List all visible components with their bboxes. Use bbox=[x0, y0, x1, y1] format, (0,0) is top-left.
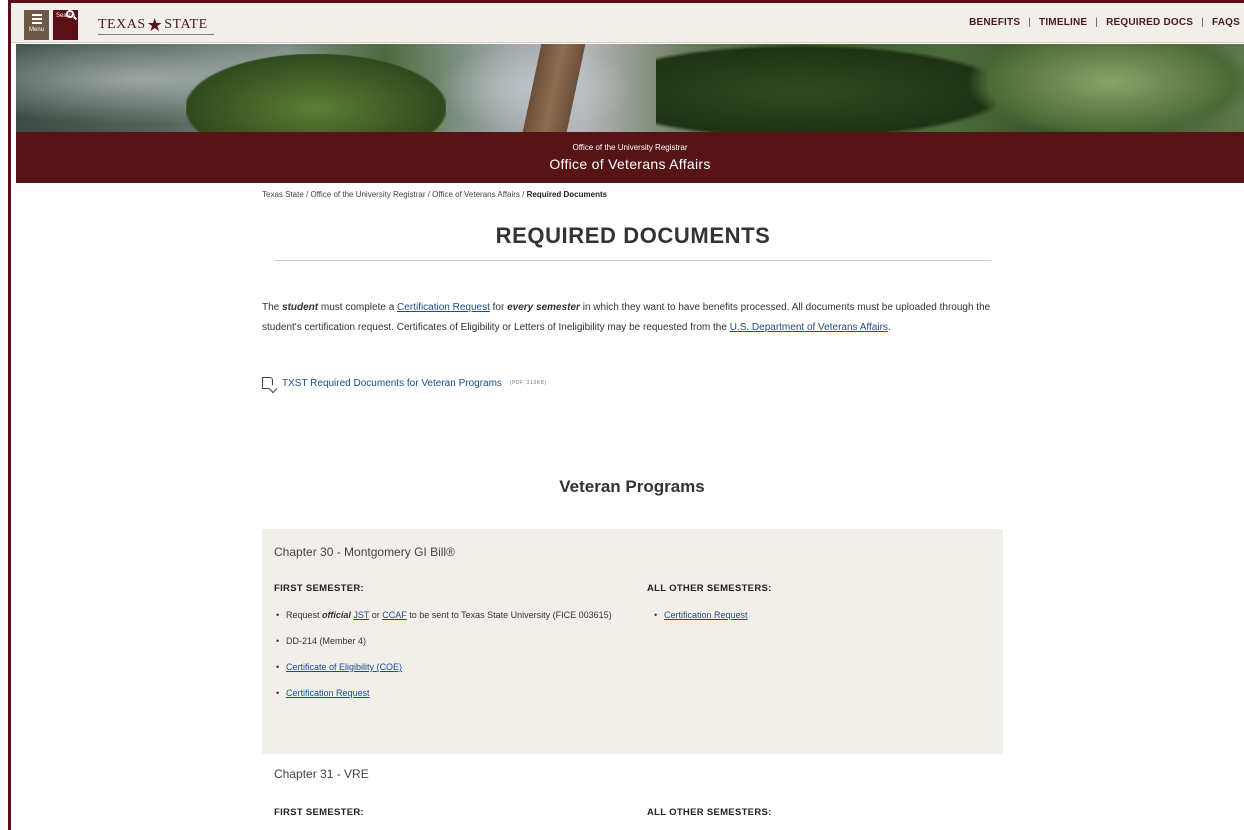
pdf-download-link[interactable]: TXST Required Documents for Veteran Prog… bbox=[262, 377, 547, 389]
other-semesters-list: Certification Request bbox=[652, 607, 952, 633]
breadcrumb: Texas State / Office of the University R… bbox=[262, 190, 607, 199]
nav-faqs[interactable]: FAQS bbox=[1212, 17, 1240, 28]
breadcrumb-separator: / bbox=[519, 190, 527, 199]
first-semester-heading: FIRST SEMESTER: bbox=[274, 583, 365, 594]
logo-text-texas: TEXAS bbox=[98, 17, 146, 32]
logo-text-state: STATE bbox=[164, 17, 208, 32]
breadcrumb-item[interactable]: Texas State bbox=[262, 190, 304, 199]
certification-request-link[interactable]: Certification Request bbox=[397, 302, 490, 313]
document-icon bbox=[262, 377, 273, 389]
menu-button[interactable]: Menu bbox=[24, 10, 49, 40]
program-card-chapter-30: Chapter 30 - Montgomery GI Bill® FIRST S… bbox=[262, 529, 1003, 754]
hamburger-icon bbox=[31, 14, 42, 24]
intro-text: must complete a bbox=[318, 302, 398, 313]
banner-subtitle[interactable]: Office of the University Registrar bbox=[16, 143, 1244, 152]
nav-timeline[interactable]: TIMELINE bbox=[1039, 17, 1087, 28]
intro-emphasis-student: student bbox=[282, 302, 319, 313]
window-frame-left bbox=[8, 0, 11, 830]
intro-paragraph: The student must complete a Certificatio… bbox=[262, 298, 1002, 338]
nav-separator: | bbox=[1095, 17, 1099, 28]
texas-state-logo[interactable]: TEXAS ★ STATE bbox=[98, 14, 214, 36]
pdf-link-label[interactable]: TXST Required Documents for Veteran Prog… bbox=[282, 378, 502, 389]
item-text: DD-214 (Member 4) bbox=[286, 636, 367, 646]
program-title: Chapter 31 - VRE bbox=[274, 767, 369, 781]
list-item: Certificate of Eligibility (COE) bbox=[274, 659, 614, 675]
page-title: REQUIRED DOCUMENTS bbox=[495, 223, 771, 248]
logo-underline bbox=[98, 34, 214, 35]
intro-text: . bbox=[887, 322, 891, 333]
nav-benefits[interactable]: BENEFITS bbox=[969, 17, 1020, 28]
first-semester-heading: FIRST SEMESTER: bbox=[274, 807, 365, 818]
certification-request-link[interactable]: Certification Request bbox=[286, 688, 370, 698]
other-semesters-heading: ALL OTHER SEMESTERS: bbox=[647, 807, 772, 818]
program-card-chapter-31: Chapter 31 - VRE FIRST SEMESTER: ALL OTH… bbox=[262, 754, 1003, 830]
menu-label: Menu bbox=[28, 27, 44, 33]
intro-emphasis-every-semester: every semester bbox=[507, 302, 580, 313]
hero-trees bbox=[656, 44, 1016, 132]
breadcrumb-current: Required Documents bbox=[526, 190, 608, 199]
coe-link[interactable]: Certificate of Eligibility (COE) bbox=[286, 662, 402, 672]
intro-text: The bbox=[262, 302, 283, 313]
section-title: Veteran Programs bbox=[559, 477, 705, 496]
certification-request-link[interactable]: Certification Request bbox=[664, 610, 748, 620]
hero-trees bbox=[966, 44, 1244, 132]
hero-trees bbox=[186, 54, 446, 132]
list-item: Certification Request bbox=[652, 607, 952, 623]
item-text: Request bbox=[286, 610, 323, 620]
top-bar: Menu Search TEXAS ★ STATE BENEFITS | TIM… bbox=[11, 3, 1244, 43]
list-item: Request official JST or CCAF to be sent … bbox=[274, 607, 614, 623]
other-semesters-heading: ALL OTHER SEMESTERS: bbox=[647, 583, 772, 594]
title-divider bbox=[275, 260, 991, 261]
item-emphasis-official: official bbox=[322, 610, 351, 620]
list-item: Certification Request bbox=[274, 685, 614, 701]
list-item: DD-214 (Member 4) bbox=[274, 633, 614, 649]
item-text: to be sent to Texas State University (FI… bbox=[406, 610, 612, 620]
nav-separator: | bbox=[1028, 17, 1032, 28]
pdf-file-meta: (PDF, 313KB) bbox=[509, 380, 547, 386]
intro-text: for bbox=[489, 302, 508, 313]
banner-title[interactable]: Office of Veterans Affairs bbox=[16, 156, 1244, 172]
top-nav: BENEFITS | TIMELINE | REQUIRED DOCS | FA… bbox=[969, 17, 1240, 28]
program-title: Chapter 30 - Montgomery GI Bill® bbox=[274, 545, 455, 559]
item-text: or bbox=[369, 610, 383, 620]
ccaf-link[interactable]: CCAF bbox=[382, 610, 407, 620]
breadcrumb-item[interactable]: Office of the University Registrar bbox=[310, 190, 425, 199]
first-semester-list: Request official JST or CCAF to be sent … bbox=[274, 607, 614, 711]
hero-image bbox=[16, 44, 1244, 132]
department-banner: Office of the University Registrar Offic… bbox=[16, 132, 1244, 183]
nav-required-docs[interactable]: REQUIRED DOCS bbox=[1106, 17, 1193, 28]
breadcrumb-item[interactable]: Office of Veterans Affairs bbox=[432, 190, 520, 199]
nav-separator: | bbox=[1201, 17, 1204, 28]
search-button[interactable]: Search bbox=[53, 10, 78, 40]
star-icon: ★ bbox=[146, 15, 164, 35]
jst-link[interactable]: JST bbox=[353, 610, 369, 620]
va-link[interactable]: U.S. Department of Veterans Affairs bbox=[730, 322, 888, 333]
